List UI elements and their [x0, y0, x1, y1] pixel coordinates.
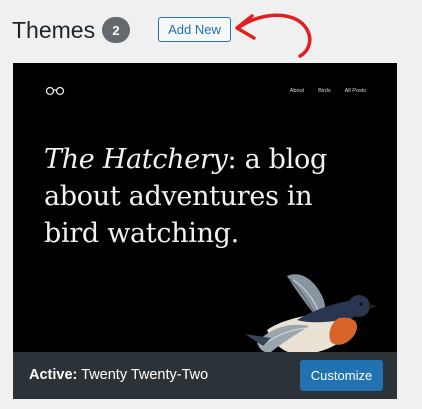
- active-theme-text: Active: Twenty Twenty-Two: [29, 367, 208, 383]
- site-headline: The Hatchery: a blog about adventures in…: [44, 141, 364, 252]
- nav-item-birds: Birds: [318, 88, 331, 94]
- nav-item-all-posts: All Posts: [344, 88, 366, 94]
- theme-footer: Active: Twenty Twenty-Two Customize: [13, 352, 397, 399]
- site-headline-italic: The Hatchery: [44, 144, 228, 175]
- active-theme-name: Twenty Twenty-Two: [81, 367, 209, 383]
- bird-illustration: [245, 274, 377, 355]
- nav-item-about: About: [289, 88, 305, 94]
- customize-button[interactable]: Customize: [300, 360, 383, 391]
- active-label: Active:: [29, 367, 78, 383]
- site-nav: About Birds All Posts: [290, 88, 366, 94]
- page-header: Themes 2 Add New: [0, 0, 422, 60]
- theme-count-badge: 2: [102, 17, 130, 43]
- binoculars-logo-icon: [45, 86, 65, 96]
- add-new-button[interactable]: Add New: [158, 17, 231, 42]
- theme-card-active[interactable]: About Birds All Posts The Hatchery: a bl…: [13, 63, 397, 399]
- annotation-arrow-icon: [235, 13, 312, 58]
- page-title: Themes: [12, 17, 96, 43]
- theme-screenshot[interactable]: About Birds All Posts The Hatchery: a bl…: [13, 63, 397, 355]
